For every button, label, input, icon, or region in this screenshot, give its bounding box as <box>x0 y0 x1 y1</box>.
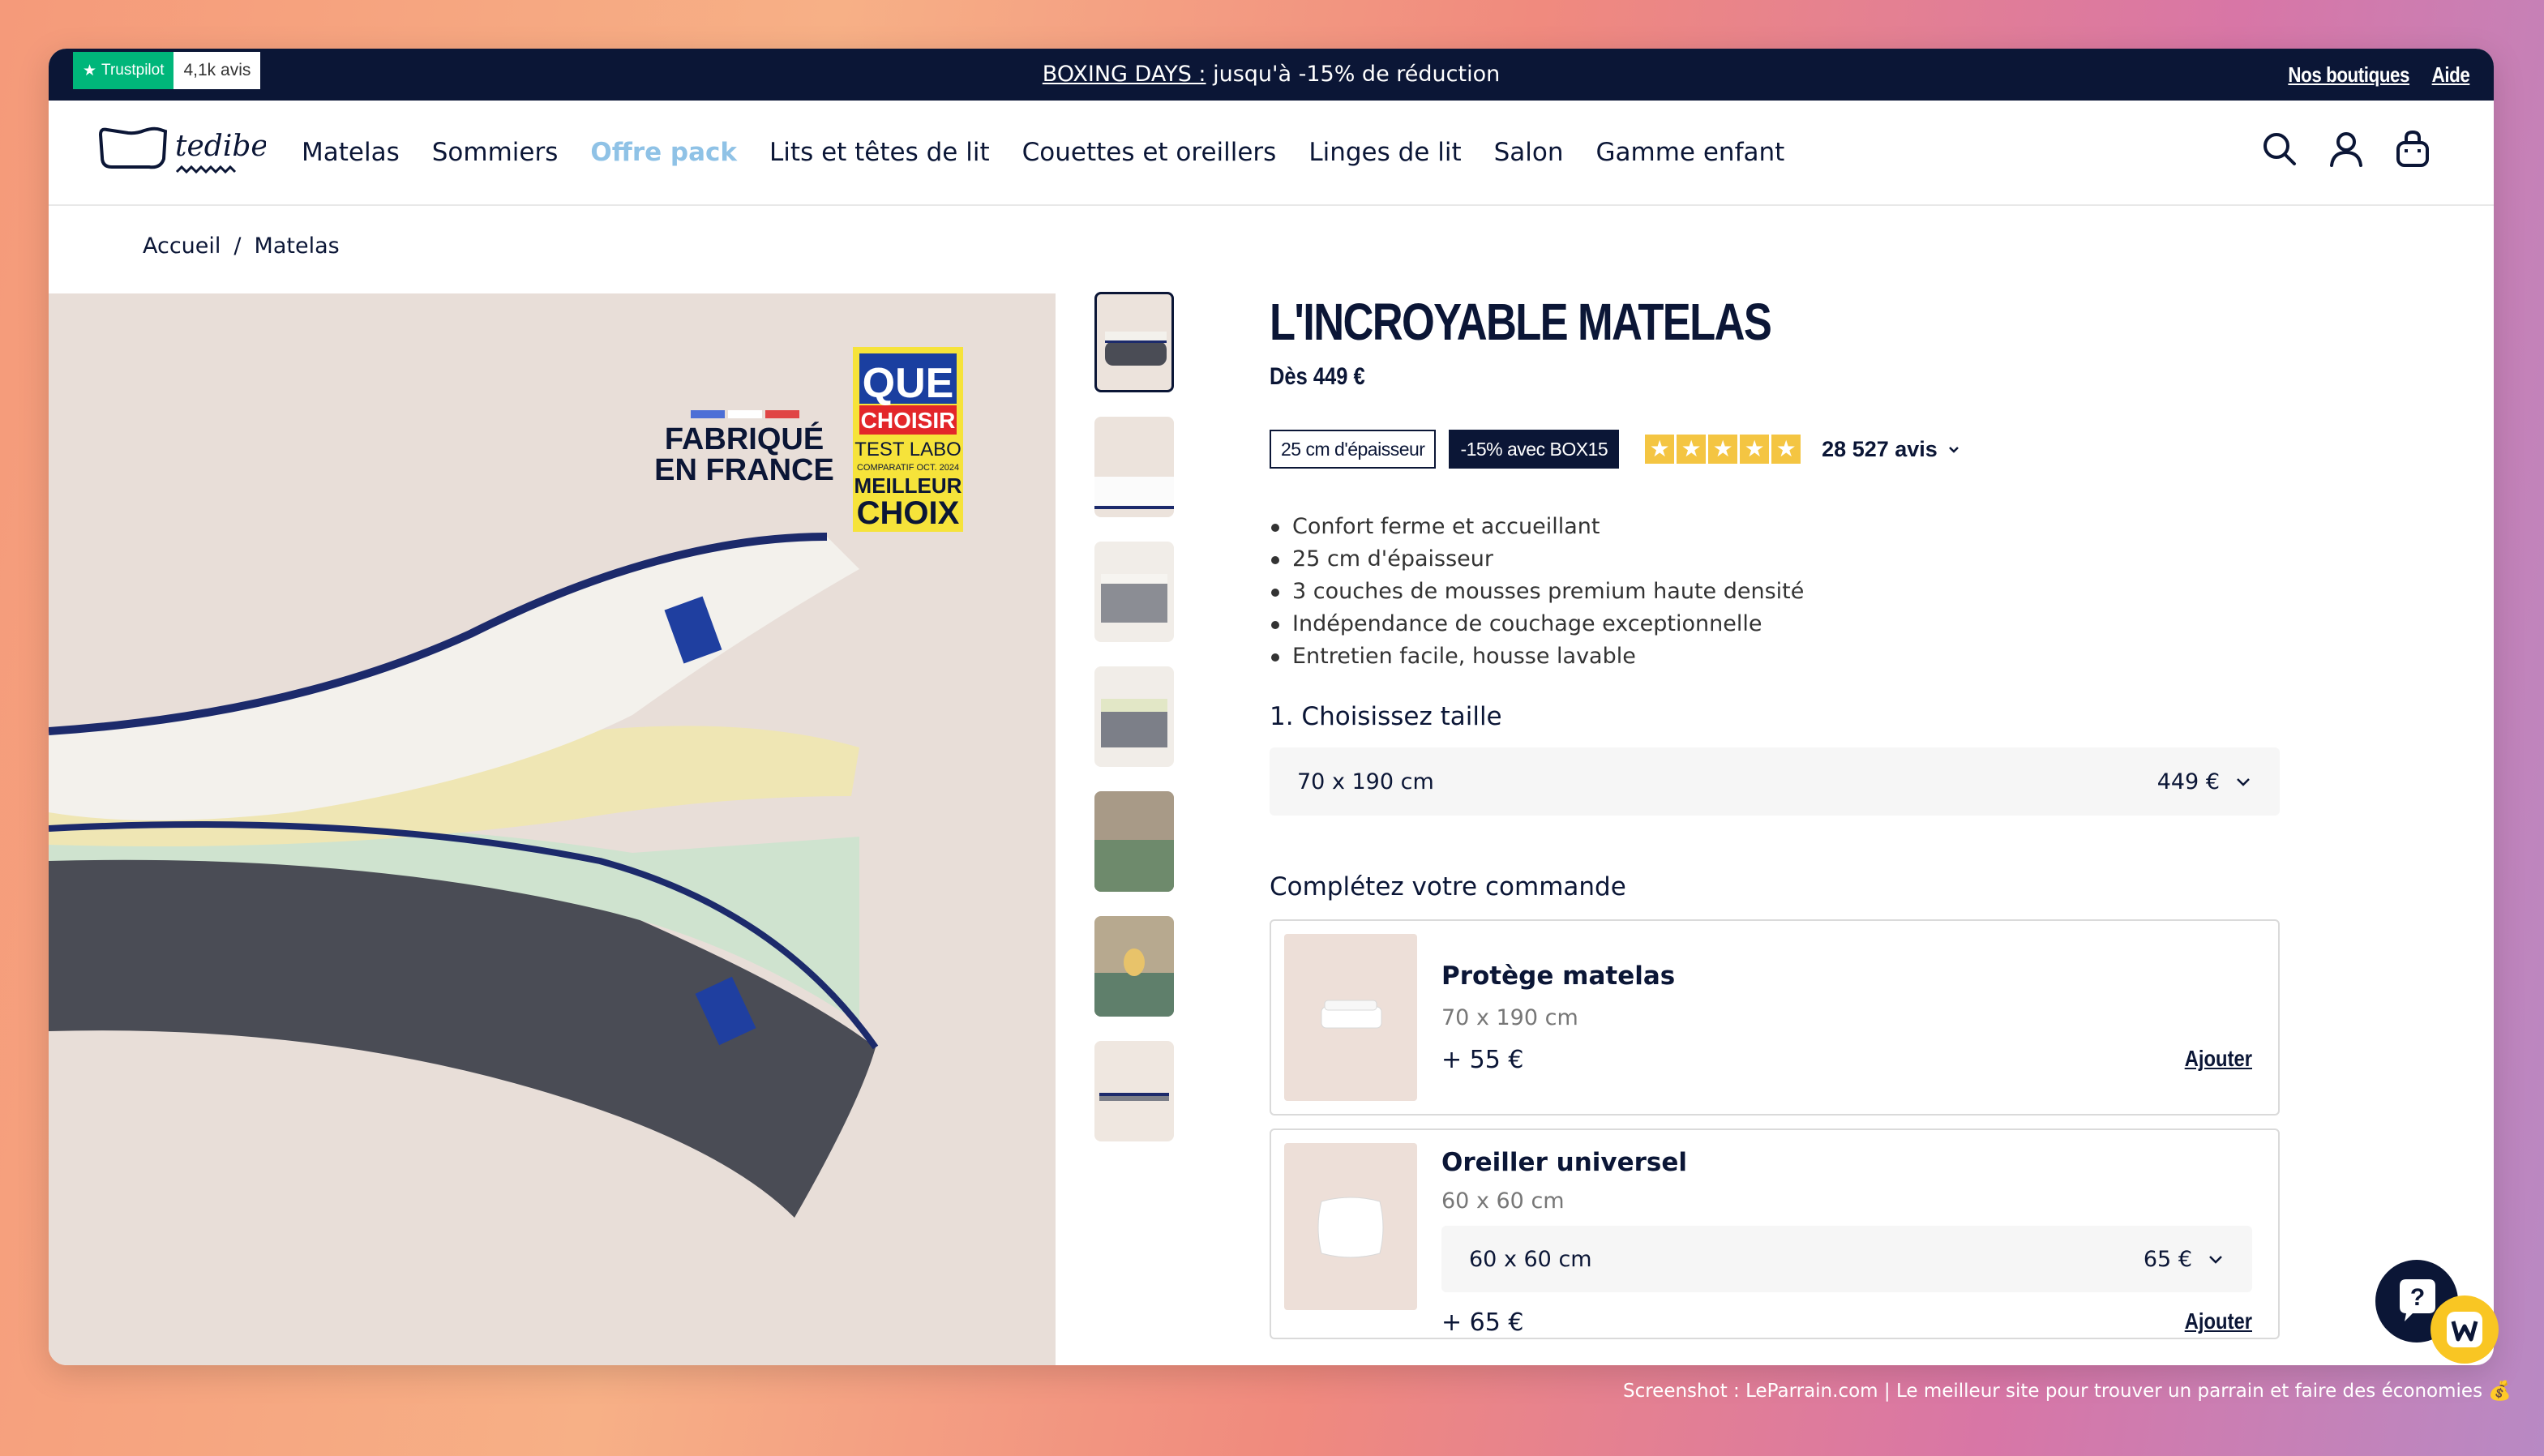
nav-item-sommiers[interactable]: Sommiers <box>432 138 559 167</box>
addon-name: Protège matelas <box>1441 961 1676 991</box>
thumbnail-gallery <box>1094 292 1174 1141</box>
product-title: L'INCROYABLE MATELAS <box>1270 293 1772 351</box>
addon-image <box>1284 934 1417 1101</box>
thumbnail-4[interactable] <box>1094 666 1174 767</box>
thumbnail-1[interactable] <box>1094 292 1174 392</box>
search-icon[interactable] <box>2259 128 2301 170</box>
w-logo-icon <box>2447 1312 2482 1347</box>
size-price: 449 € <box>2156 769 2220 794</box>
w-widget-button[interactable] <box>2431 1295 2499 1364</box>
trustpilot-brand: ★ Trustpilot <box>73 52 174 89</box>
feature-item: Entretien facile, housse lavable <box>1270 640 2280 673</box>
main-navigation: tediber. Matelas Sommiers Offre pack Lit… <box>49 101 2494 206</box>
thumbnail-2[interactable] <box>1094 417 1174 517</box>
award-meilleur: MEILLEUR <box>854 473 962 498</box>
promo-code-badge: -15% avec BOX15 <box>1449 430 1620 469</box>
chevron-down-icon <box>1948 447 1959 453</box>
screenshot-watermark: Screenshot : LeParrain.com | Le meilleur… <box>1622 1381 2512 1402</box>
add-protege-button[interactable]: Ajouter <box>2185 1046 2252 1072</box>
feature-item: Indépendance de couchage exceptionnelle <box>1270 608 2280 640</box>
trustpilot-label: Trustpilot <box>101 62 165 79</box>
breadcrumb: Accueil / Matelas <box>143 233 340 259</box>
announcement-bar: BOXING DAYS : jusqu'à -15% de réduction … <box>49 49 2494 101</box>
size-value: 70 x 190 cm <box>1297 769 1434 794</box>
promo-text: jusqu'à -15% de réduction <box>1206 62 1501 87</box>
nav-item-linges[interactable]: Linges de lit <box>1308 138 1461 167</box>
award-choix: CHOIX <box>857 495 960 531</box>
product-hero-image[interactable]: FABRIQUÉ EN FRANCE QUE CHOISIR TEST LABO… <box>49 293 1056 1365</box>
rating-stars[interactable]: ★ ★ ★ ★ ★ <box>1645 435 1801 464</box>
add-oreiller-button[interactable]: Ajouter <box>2185 1308 2252 1334</box>
award-choisir: CHOISIR <box>861 408 956 433</box>
nav-icons <box>2259 128 2434 170</box>
feature-list: Confort ferme et accueillant 25 cm d'épa… <box>1270 511 2280 673</box>
star-icon: ★ <box>1645 435 1675 464</box>
award-que: QUE <box>863 360 954 407</box>
award-test-labo: TEST LABO <box>854 439 961 460</box>
feature-item: 3 couches de mousses premium haute densi… <box>1270 576 2280 608</box>
star-icon: ★ <box>1771 435 1801 464</box>
pillow-size-value: 60 x 60 cm <box>1469 1246 1592 1272</box>
browser-window: BOXING DAYS : jusqu'à -15% de réduction … <box>49 49 2494 1365</box>
tediber-logo[interactable]: tediber. <box>96 118 266 183</box>
trustpilot-widget[interactable]: ★ Trustpilot 4,1k avis <box>73 52 261 89</box>
promo-highlight: BOXING DAYS : <box>1042 62 1206 87</box>
logo-text: tediber. <box>175 130 266 163</box>
star-icon: ★ <box>1708 435 1738 464</box>
stores-link[interactable]: Nos boutiques <box>2288 62 2409 88</box>
size-label: 1. Choisissez taille <box>1270 702 1502 731</box>
addon-price: + 65 € <box>1441 1308 1524 1337</box>
nav-item-lits[interactable]: Lits et têtes de lit <box>769 138 990 167</box>
thumbnail-7[interactable] <box>1094 1041 1174 1141</box>
addon-size: 60 x 60 cm <box>1441 1188 1565 1214</box>
nav-item-gamme-enfant[interactable]: Gamme enfant <box>1596 138 1785 167</box>
star-icon: ★ <box>1677 435 1707 464</box>
feature-item: 25 cm d'épaisseur <box>1270 543 2280 576</box>
hero-fabrique: FABRIQUÉ <box>665 421 824 456</box>
nav-menu: Matelas Sommiers Offre pack Lits et tête… <box>302 101 1784 204</box>
addon-card-protege: Protège matelas 70 x 190 cm + 55 € Ajout… <box>1270 919 2280 1116</box>
size-select[interactable]: 70 x 190 cm 449 € <box>1270 747 2280 816</box>
star-icon: ★ <box>1740 435 1770 464</box>
breadcrumb-current[interactable]: Matelas <box>255 233 340 259</box>
thumbnail-5[interactable] <box>1094 791 1174 892</box>
help-link[interactable]: Aide <box>2431 62 2469 88</box>
svg-text:?: ? <box>2410 1284 2425 1311</box>
feature-item: Confort ferme et accueillant <box>1270 511 2280 543</box>
product-price: Dès 449 € <box>1270 363 1365 390</box>
chevron-down-icon <box>2209 1256 2222 1264</box>
trustpilot-count: 4,1k avis <box>173 52 261 89</box>
reviews-count: 28 527 avis <box>1822 436 1938 461</box>
addon-image <box>1284 1143 1417 1310</box>
thumbnail-6[interactable] <box>1094 916 1174 1017</box>
trustpilot-star-icon: ★ <box>83 62 97 79</box>
nav-item-matelas[interactable]: Matelas <box>302 138 400 167</box>
addon-price: + 55 € <box>1441 1046 1524 1074</box>
cart-icon[interactable] <box>2392 128 2434 170</box>
breadcrumb-separator: / <box>233 233 242 259</box>
nav-item-couettes[interactable]: Couettes et oreillers <box>1022 138 1277 167</box>
reviews-dropdown[interactable]: 28 527 avis <box>1822 437 1960 462</box>
hero-en-france: EN FRANCE <box>654 453 834 487</box>
pillow-size-price: 65 € <box>2143 1246 2192 1272</box>
account-icon[interactable] <box>2325 128 2367 170</box>
promo-banner[interactable]: BOXING DAYS : jusqu'à -15% de réduction <box>49 49 2494 101</box>
product-info: L'INCROYABLE MATELAS Dès 449 € 25 cm d'é… <box>1270 292 2280 1352</box>
breadcrumb-home[interactable]: Accueil <box>143 233 221 259</box>
complete-order-label: Complétez votre commande <box>1270 872 1626 901</box>
pillow-size-select[interactable]: 60 x 60 cm 65 € <box>1441 1226 2252 1292</box>
thumbnail-3[interactable] <box>1094 542 1174 642</box>
chevron-down-icon <box>2237 778 2250 786</box>
nav-item-offre-pack[interactable]: Offre pack <box>590 138 737 167</box>
addon-size: 70 x 190 cm <box>1441 1005 1578 1030</box>
mattress-illustration: FABRIQUÉ EN FRANCE QUE CHOISIR TEST LABO… <box>49 347 963 1218</box>
top-links: Nos boutiques Aide <box>2268 49 2469 101</box>
nav-item-salon[interactable]: Salon <box>1494 138 1564 167</box>
award-comparatif: COMPARATIF OCT. 2024 <box>857 463 959 473</box>
thickness-badge: 25 cm d'épaisseur <box>1270 430 1437 469</box>
product-badges: 25 cm d'épaisseur -15% avec BOX15 ★ ★ ★ … <box>1270 430 2280 469</box>
addon-name: Oreiller universel <box>1441 1148 1688 1177</box>
addon-card-oreiller: Oreiller universel 60 x 60 cm 60 x 60 cm… <box>1270 1128 2280 1339</box>
